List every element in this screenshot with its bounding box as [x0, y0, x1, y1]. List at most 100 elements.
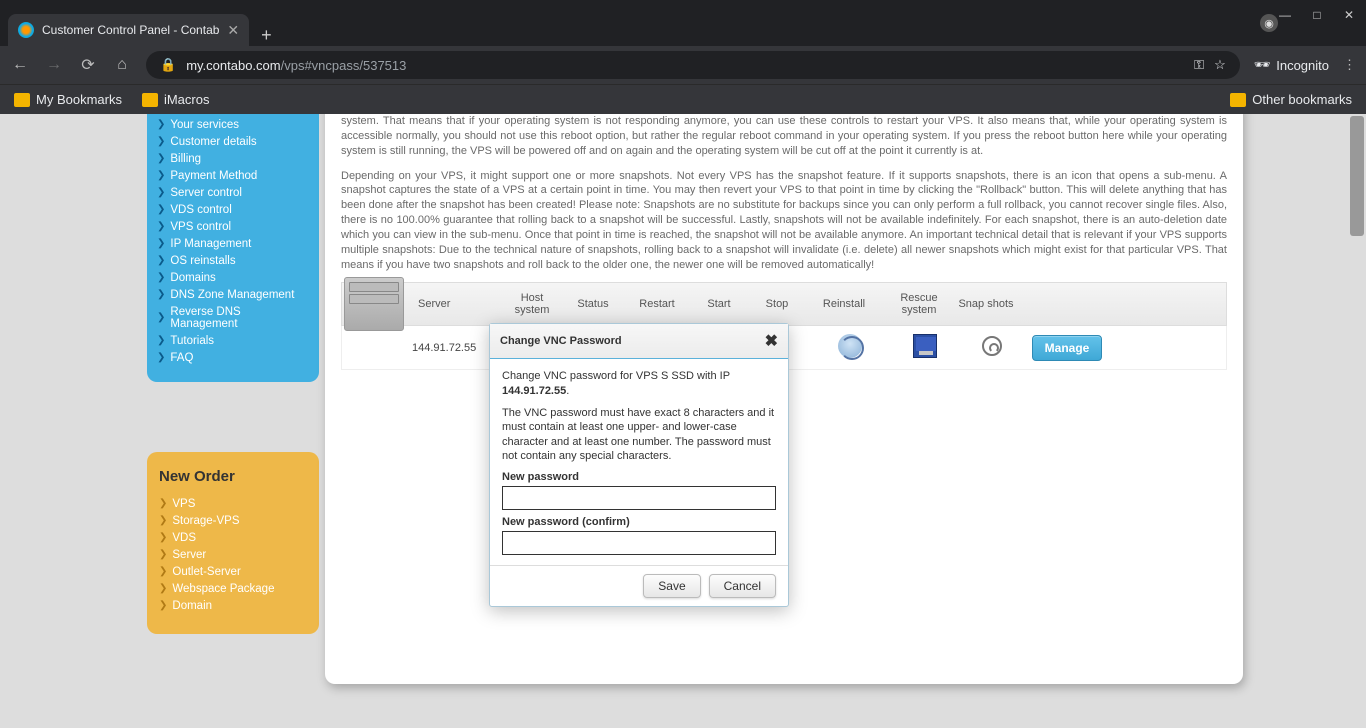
window-close[interactable]: ✕ [1340, 6, 1358, 24]
col-rescue: Rescue system [882, 292, 956, 316]
chevron-icon: ❯ [157, 255, 165, 266]
chevron-icon: ❯ [157, 136, 165, 147]
key-icon[interactable]: ⚿ [1194, 57, 1204, 73]
sidebar-item-faq[interactable]: ❯FAQ [157, 349, 309, 366]
sidebar-item-vds-control[interactable]: ❯VDS control [157, 201, 309, 218]
favicon-icon [18, 22, 34, 38]
window-minimize[interactable]: — [1276, 6, 1294, 24]
server-ip: 144.91.72.55 [342, 342, 502, 354]
dialog-ip: 144.91.72.55 [502, 385, 566, 397]
col-stop: Stop [748, 298, 806, 310]
chevron-icon: ❯ [159, 549, 167, 560]
chevron-icon: ❯ [157, 204, 165, 215]
col-host: Host system [502, 292, 562, 316]
save-button[interactable]: Save [643, 574, 700, 598]
chevron-icon: ❯ [157, 187, 165, 198]
sidebar-item-billing[interactable]: ❯Billing [157, 150, 309, 167]
dialog-rules: The VNC password must have exact 8 chara… [502, 406, 776, 463]
sidebar-services-panel: ❯Your services❯Customer details❯Billing❯… [147, 114, 319, 382]
new-password-label: New password [502, 471, 776, 483]
sidebar-item-dns-zone-management[interactable]: ❯DNS Zone Management [157, 286, 309, 303]
folder-icon [142, 93, 158, 107]
new-tab-button[interactable]: + [249, 25, 284, 46]
neworder-item-webspace-package[interactable]: ❯Webspace Package [159, 580, 307, 597]
folder-icon [1230, 93, 1246, 107]
main-content: system. That means that if your operatin… [325, 114, 1243, 684]
chevron-icon: ❯ [157, 119, 165, 130]
folder-icon [14, 93, 30, 107]
reload-icon[interactable]: ⟳ [78, 55, 98, 75]
sidebar-item-vps-control[interactable]: ❯VPS control [157, 218, 309, 235]
sidebar-item-customer-details[interactable]: ❯Customer details [157, 133, 309, 150]
sidebar-item-domains[interactable]: ❯Domains [157, 269, 309, 286]
col-restart: Restart [624, 298, 690, 310]
chevron-icon: ❯ [157, 170, 165, 181]
confirm-password-input[interactable] [502, 531, 776, 555]
chevron-icon: ❯ [157, 221, 165, 232]
chevron-icon: ❯ [159, 532, 167, 543]
lock-icon: 🔒 [160, 57, 176, 73]
manage-button[interactable]: Manage [1032, 335, 1103, 361]
server-table-header: Server Host system Status Restart Start … [341, 282, 1227, 326]
snapshot-icon[interactable] [982, 336, 1002, 356]
back-icon[interactable]: ← [10, 56, 30, 74]
neworder-item-domain[interactable]: ❯Domain [159, 597, 307, 614]
url-host: my.contabo.com [186, 58, 280, 73]
description-2: Depending on your VPS, it might support … [341, 169, 1227, 273]
dialog-line1a: Change VNC password for VPS S SSD with I… [502, 370, 730, 382]
col-server: Server [410, 298, 502, 310]
neworder-item-outlet-server[interactable]: ❯Outlet-Server [159, 563, 307, 580]
new-password-input[interactable] [502, 486, 776, 510]
tab-close-icon[interactable]: ✕ [227, 22, 239, 39]
bookmark-mybookmarks[interactable]: My Bookmarks [14, 92, 122, 107]
sidebar-item-your-services[interactable]: ❯Your services [157, 116, 309, 133]
chevron-icon: ❯ [159, 498, 167, 509]
forward-icon[interactable]: → [44, 56, 64, 74]
sidebar-item-ip-management[interactable]: ❯IP Management [157, 235, 309, 252]
sidebar-item-tutorials[interactable]: ❯Tutorials [157, 332, 309, 349]
confirm-password-label: New password (confirm) [502, 516, 776, 528]
incognito-icon: 🕶 [1254, 57, 1271, 73]
col-reinstall: Reinstall [806, 298, 882, 310]
window-maximize[interactable]: □ [1308, 6, 1326, 24]
chevron-icon: ❯ [157, 153, 165, 164]
scrollbar-thumb[interactable] [1350, 116, 1364, 236]
chevron-icon: ❯ [157, 272, 165, 283]
neworder-item-server[interactable]: ❯Server [159, 546, 307, 563]
chevron-icon: ❯ [159, 583, 167, 594]
sidebar-neworder-panel: New Order ❯VPS❯Storage-VPS❯VDS❯Server❯Ou… [147, 452, 319, 634]
vnc-password-dialog: Change VNC Password ✖ Change VNC passwor… [489, 323, 789, 607]
dialog-close-icon[interactable]: ✖ [765, 331, 778, 351]
sidebar-item-reverse-dns-management[interactable]: ❯Reverse DNS Management [157, 303, 309, 332]
sidebar-item-server-control[interactable]: ❯Server control [157, 184, 309, 201]
bookmark-imacros[interactable]: iMacros [142, 92, 210, 107]
sidebar-item-payment-method[interactable]: ❯Payment Method [157, 167, 309, 184]
chevron-icon: ❯ [159, 600, 167, 611]
url-path: /vps#vncpass/537513 [281, 58, 407, 73]
chevron-icon: ❯ [157, 352, 165, 363]
chevron-icon: ❯ [157, 312, 165, 323]
bookmark-other[interactable]: Other bookmarks [1230, 92, 1352, 107]
star-icon[interactable]: ☆ [1214, 57, 1226, 73]
col-status: Status [562, 298, 624, 310]
url-bar[interactable]: 🔒 my.contabo.com/vps#vncpass/537513 ⚿ ☆ [146, 51, 1240, 79]
col-start: Start [690, 298, 748, 310]
neworder-item-storage-vps[interactable]: ❯Storage-VPS [159, 512, 307, 529]
server-rack-icon [344, 277, 404, 331]
sidebar-item-os-reinstalls[interactable]: ❯OS reinstalls [157, 252, 309, 269]
home-icon[interactable]: ⌂ [112, 56, 132, 74]
chevron-icon: ❯ [157, 289, 165, 300]
menu-icon[interactable]: ⋮ [1343, 57, 1356, 73]
reinstall-icon[interactable] [838, 334, 862, 358]
cancel-button[interactable]: Cancel [709, 574, 776, 598]
neworder-title: New Order [159, 468, 307, 485]
col-snapshots: Snap shots [956, 298, 1016, 310]
chevron-icon: ❯ [157, 238, 165, 249]
browser-tab[interactable]: Customer Control Panel - Contab ✕ [8, 14, 249, 46]
tab-title: Customer Control Panel - Contab [42, 23, 219, 37]
rescue-disk-icon[interactable] [913, 334, 937, 358]
neworder-item-vps[interactable]: ❯VPS [159, 495, 307, 512]
chevron-icon: ❯ [159, 566, 167, 577]
dialog-title: Change VNC Password [500, 335, 622, 347]
neworder-item-vds[interactable]: ❯VDS [159, 529, 307, 546]
